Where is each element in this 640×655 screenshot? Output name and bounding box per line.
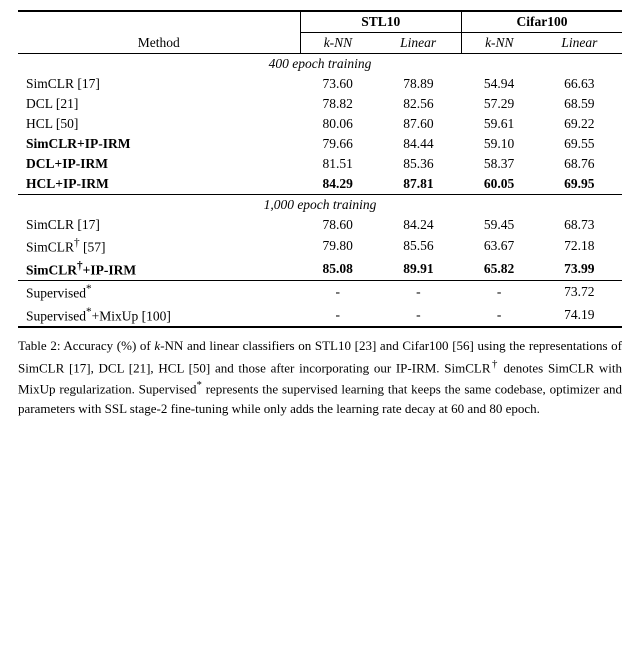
table-row: Supervised* - - - 73.72 — [18, 281, 622, 304]
table-row: HCL [50] 80.06 87.60 59.61 69.22 — [18, 114, 622, 134]
cifar-lin-cell: 69.95 — [537, 174, 622, 195]
table-row: SimCLR [17] 73.60 78.89 54.94 66.63 — [18, 74, 622, 94]
cifar100-linear-header: Linear — [537, 33, 622, 54]
method-cell: SimCLR [17] — [18, 215, 300, 235]
cifar-lin-cell: 74.19 — [537, 304, 622, 328]
method-cell: SimCLR+IP-IRM — [18, 134, 300, 154]
stl10-group-header: STL10 — [300, 11, 461, 33]
cifar-lin-cell: 66.63 — [537, 74, 622, 94]
method-cell: SimCLR†+IP-IRM — [18, 258, 300, 281]
table-row: SimCLR [17] 78.60 84.24 59.45 68.73 — [18, 215, 622, 235]
stl10-knn-header: k-NN — [300, 33, 375, 54]
stl10-knn-cell: - — [300, 304, 375, 328]
section-1000-header: 1,000 epoch training — [18, 195, 622, 216]
cifar-lin-cell: 73.99 — [537, 258, 622, 281]
stl10-lin-cell: 78.89 — [375, 74, 461, 94]
section-400-header: 400 epoch training — [18, 54, 622, 75]
stl10-lin-cell: 89.91 — [375, 258, 461, 281]
table-row: Supervised*+MixUp [100] - - - 74.19 — [18, 304, 622, 328]
stl10-lin-cell: 87.60 — [375, 114, 461, 134]
cifar-knn-cell: 59.61 — [461, 114, 536, 134]
cifar-knn-cell: 54.94 — [461, 74, 536, 94]
cifar100-group-header: Cifar100 — [461, 11, 622, 33]
table-row: DCL [21] 78.82 82.56 57.29 68.59 — [18, 94, 622, 114]
stl10-knn-cell: 80.06 — [300, 114, 375, 134]
method-cell: SimCLR [17] — [18, 74, 300, 94]
stl10-lin-cell: 84.44 — [375, 134, 461, 154]
table-row: DCL+IP-IRM 81.51 85.36 58.37 68.76 — [18, 154, 622, 174]
method-cell: Supervised* — [18, 281, 300, 304]
cifar-lin-cell: 72.18 — [537, 235, 622, 258]
stl10-knn-cell: - — [300, 281, 375, 304]
stl10-knn-cell: 79.80 — [300, 235, 375, 258]
stl10-knn-cell: 73.60 — [300, 74, 375, 94]
cifar-lin-cell: 69.55 — [537, 134, 622, 154]
cifar-lin-cell: 68.76 — [537, 154, 622, 174]
cifar100-knn-header: k-NN — [461, 33, 536, 54]
cifar-knn-cell: - — [461, 304, 536, 328]
stl10-linear-header: Linear — [375, 33, 461, 54]
stl10-lin-cell: 85.56 — [375, 235, 461, 258]
cifar-knn-cell: - — [461, 281, 536, 304]
stl10-knn-cell: 84.29 — [300, 174, 375, 195]
cifar-knn-cell: 59.45 — [461, 215, 536, 235]
stl10-lin-cell: 84.24 — [375, 215, 461, 235]
stl10-lin-cell: - — [375, 304, 461, 328]
cifar-knn-cell: 63.67 — [461, 235, 536, 258]
cifar-knn-cell: 59.10 — [461, 134, 536, 154]
table-container: Method STL10 Cifar100 k-NN Linear k-NN L… — [18, 10, 622, 419]
method-cell: SimCLR† [57] — [18, 235, 300, 258]
method-cell: Supervised*+MixUp [100] — [18, 304, 300, 328]
stl10-knn-cell: 79.66 — [300, 134, 375, 154]
cifar-knn-cell: 57.29 — [461, 94, 536, 114]
cifar-knn-cell: 58.37 — [461, 154, 536, 174]
stl10-knn-cell: 78.60 — [300, 215, 375, 235]
cifar-lin-cell: 69.22 — [537, 114, 622, 134]
method-cell: DCL+IP-IRM — [18, 154, 300, 174]
cifar-lin-cell: 68.59 — [537, 94, 622, 114]
table-row: HCL+IP-IRM 84.29 87.81 60.05 69.95 — [18, 174, 622, 195]
method-cell: DCL [21] — [18, 94, 300, 114]
method-cell: HCL [50] — [18, 114, 300, 134]
table-caption: Table 2: Accuracy (%) of k-NN and linear… — [18, 336, 622, 419]
table-row: SimCLR† [57] 79.80 85.56 63.67 72.18 — [18, 235, 622, 258]
stl10-lin-cell: 82.56 — [375, 94, 461, 114]
results-table: Method STL10 Cifar100 k-NN Linear k-NN L… — [18, 10, 622, 328]
table-row: SimCLR+IP-IRM 79.66 84.44 59.10 69.55 — [18, 134, 622, 154]
stl10-lin-cell: 87.81 — [375, 174, 461, 195]
stl10-knn-cell: 81.51 — [300, 154, 375, 174]
cifar-lin-cell: 68.73 — [537, 215, 622, 235]
stl10-lin-cell: 85.36 — [375, 154, 461, 174]
table-row: SimCLR†+IP-IRM 85.08 89.91 65.82 73.99 — [18, 258, 622, 281]
cifar-knn-cell: 60.05 — [461, 174, 536, 195]
stl10-lin-cell: - — [375, 281, 461, 304]
cifar-knn-cell: 65.82 — [461, 258, 536, 281]
method-header: Method — [18, 11, 300, 54]
stl10-knn-cell: 78.82 — [300, 94, 375, 114]
method-cell: HCL+IP-IRM — [18, 174, 300, 195]
stl10-knn-cell: 85.08 — [300, 258, 375, 281]
cifar-lin-cell: 73.72 — [537, 281, 622, 304]
